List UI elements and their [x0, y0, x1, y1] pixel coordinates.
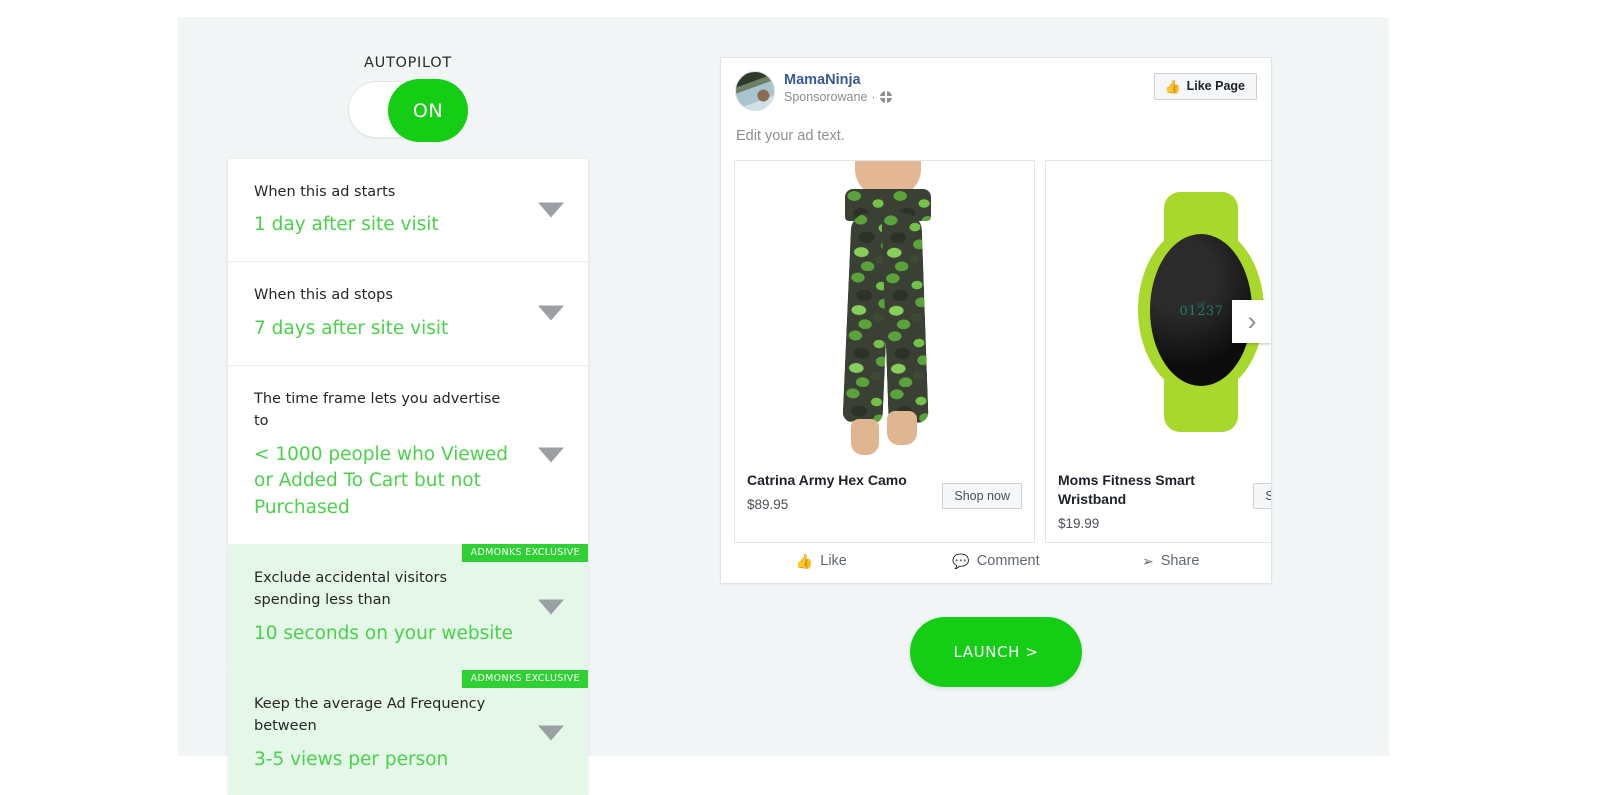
like-action-label: Like	[820, 553, 847, 570]
admonks-exclusive-badge: ADMONKS EXCLUSIVE	[461, 543, 588, 562]
chevron-right-icon[interactable]: ›	[1232, 300, 1271, 343]
share-action-label: Share	[1160, 553, 1200, 570]
like-page-button[interactable]: 👍 Like Page	[1154, 73, 1257, 100]
ad-preview-header: MamaNinja Sponsorowane · 👍 Like Page	[721, 58, 1271, 111]
chevron-down-icon[interactable]	[538, 447, 564, 463]
option-question: The time frame lets you advertise to	[254, 390, 501, 430]
product-title: Moms Fitness Smart Wristband	[1058, 472, 1195, 507]
autopilot-toggle-wrap: ON	[228, 79, 588, 142]
thumbs-up-icon: 👍	[1164, 78, 1181, 94]
leggings-illustration	[795, 161, 975, 461]
comment-action[interactable]: 💬 Comment	[909, 553, 1084, 570]
separator-dot: ·	[871, 90, 876, 104]
option-value: 3-5 views per person	[254, 748, 449, 770]
model-right-foot	[886, 411, 917, 445]
option-value: 10 seconds on your website	[254, 622, 513, 644]
page-name[interactable]: MamaNinja	[784, 72, 1154, 88]
option-question: When this ad starts	[254, 184, 396, 200]
app-content-area: AUTOPILOT ON When this ad starts 1 day a…	[178, 17, 1389, 795]
ad-page-identity: MamaNinja Sponsorowane ·	[784, 71, 1154, 104]
autopilot-toggle-knob[interactable]: ON	[388, 79, 468, 142]
sponsored-label: Sponsorowane	[784, 90, 868, 104]
speech-bubble-icon: 💬	[952, 552, 970, 569]
comment-action-label: Comment	[976, 553, 1040, 570]
autopilot-toggle[interactable]: ON	[348, 79, 468, 142]
ad-text[interactable]: Edit your ad text.	[721, 111, 1271, 160]
option-row-audience[interactable]: The time frame lets you advertise to < 1…	[228, 365, 588, 545]
globe-icon	[879, 91, 892, 103]
thumbs-up-outline-icon: 👍	[795, 552, 814, 569]
chevron-down-icon[interactable]	[538, 305, 564, 321]
option-question: Exclude accidental visitors spending les…	[254, 569, 448, 609]
sponsored-line: Sponsorowane ·	[784, 90, 1154, 104]
option-row-ad-start[interactable]: When this ad starts 1 day after site vis…	[228, 159, 588, 263]
chevron-down-icon[interactable]	[538, 599, 564, 615]
option-row-ad-stop[interactable]: When this ad stops 7 days after site vis…	[228, 262, 588, 366]
avatar	[735, 71, 775, 111]
option-question: When this ad stops	[254, 287, 393, 304]
launch-button[interactable]: LAUNCH >	[910, 617, 1082, 687]
shop-now-button[interactable]: Shop now	[942, 483, 1022, 509]
chevron-down-icon[interactable]	[538, 202, 564, 218]
leggings-right-leg	[880, 212, 929, 424]
option-value: 1 day after site visit	[254, 214, 439, 236]
admonks-exclusive-badge: ADMONKS EXCLUSIVE	[461, 669, 588, 688]
model-left-foot	[850, 419, 879, 455]
like-action[interactable]: 👍 Like	[734, 553, 909, 570]
option-row-exclude-visitors[interactable]: ADMONKS EXCLUSIVE Exclude accidental vis…	[228, 543, 588, 671]
launch-button-wrap: LAUNCH >	[720, 617, 1272, 687]
option-value: 7 days after site visit	[254, 317, 449, 339]
settings-option-list: When this ad starts 1 day after site vis…	[228, 159, 588, 795]
like-page-label: Like Page	[1186, 79, 1245, 93]
camo-leggings-photo	[735, 161, 1034, 461]
shop-now-button[interactable]: Shop now	[1253, 483, 1271, 509]
autopilot-label: AUTOPILOT	[364, 55, 452, 71]
product-info: Catrina Army Hex Camo $89.95 Shop now	[735, 461, 1034, 533]
facebook-ad-preview-card: MamaNinja Sponsorowane · 👍 Like Page Edi…	[720, 57, 1272, 584]
product-carousel: Catrina Army Hex Camo $89.95 Shop now ca…	[721, 160, 1271, 543]
product-price: $19.99	[1058, 515, 1100, 531]
wristband-value: 01237	[1179, 304, 1224, 319]
autopilot-settings-panel: AUTOPILOT ON When this ad starts 1 day a…	[228, 55, 588, 795]
option-value: < 1000 people who Viewed or Added To Car…	[254, 443, 509, 519]
share-action[interactable]: ➢ Share	[1083, 553, 1258, 570]
ad-engagement-actions: 👍 Like 💬 Comment ➢ Share	[734, 543, 1258, 583]
product-card[interactable]: cal 01237 Moms Fitness Smart Wristband $…	[1045, 160, 1271, 543]
product-card[interactable]: Catrina Army Hex Camo $89.95 Shop now	[734, 160, 1035, 543]
share-arrow-icon: ➢	[1141, 552, 1154, 569]
option-row-ad-frequency[interactable]: ADMONKS EXCLUSIVE Keep the average Ad Fr…	[228, 669, 588, 795]
option-question: Keep the average Ad Frequency between	[254, 695, 486, 735]
product-info: Moms Fitness Smart Wristband $19.99 Shop…	[1046, 461, 1271, 542]
chevron-down-icon[interactable]	[538, 725, 564, 741]
